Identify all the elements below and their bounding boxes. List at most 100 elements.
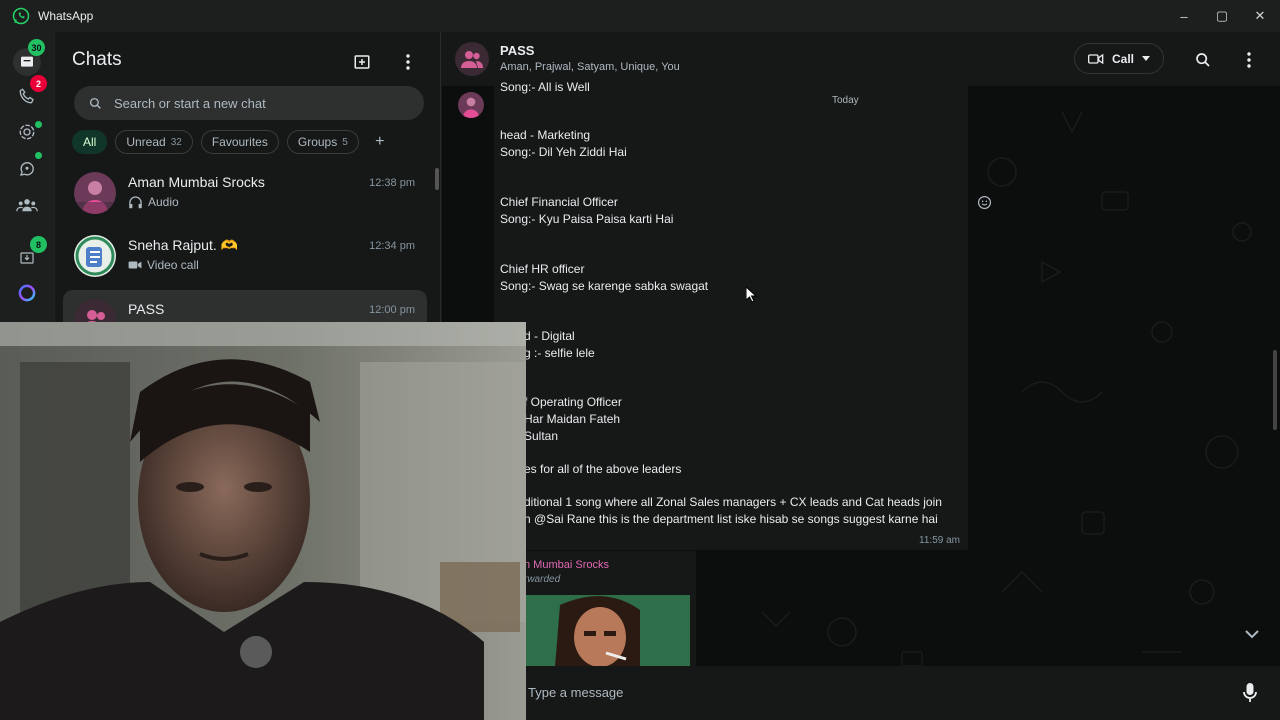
avatar [74,235,116,277]
message-line: f Operating Officer [524,395,622,409]
title-bar: WhatsApp – ▢ ✕ [0,0,1280,32]
communities-nav-button[interactable] [15,193,39,217]
chat-preview: Video call [128,258,199,272]
search-icon [1196,53,1210,67]
chat-time: 12:38 pm [369,177,415,189]
chat-list-menu-button[interactable] [396,50,420,74]
kebab-menu-icon [1247,52,1251,68]
conversation-title: PASS [500,43,535,58]
compose-bar [442,666,1280,720]
message-line: es for all of the above leaders [524,462,682,476]
sender-avatar[interactable] [458,92,484,118]
chats-heading: Chats [72,49,122,70]
search-bar[interactable] [74,86,424,120]
conversation-header[interactable]: PASS Aman, Prajwal, Satyam, Unique, You … [442,32,1280,86]
scroll-to-bottom-button[interactable] [1238,620,1266,648]
avatar [74,172,116,214]
conversation-panel: PASS Aman, Prajwal, Satyam, Unique, You … [442,32,1280,720]
chevron-down-icon [1245,629,1259,638]
communities-icon [16,199,38,212]
message-line: Song:- Swag se karenge sabka swagat [500,279,709,293]
close-button[interactable]: ✕ [1241,0,1279,32]
calls-missed-badge: 2 [30,75,47,92]
mouse-cursor-icon [746,287,758,303]
search-icon [89,97,101,109]
conversation-menu-button[interactable] [1242,49,1256,71]
date-chip: Today [824,92,867,108]
chat-time: 12:34 pm [369,240,415,252]
channels-icon [19,162,34,176]
webcam-overlay [0,322,526,720]
video-call-icon [1087,53,1104,64]
voice-message-button[interactable] [1238,681,1262,705]
message-sender: n Mumbai Srocks [524,559,609,571]
add-filter-button[interactable]: + [367,130,393,154]
chat-preview: Audio [128,195,179,209]
group-icon [461,51,483,68]
filter-favourites-chip[interactable]: Favourites [200,130,279,154]
search-in-chat-button[interactable] [1192,49,1214,71]
chat-list-item[interactable]: Sneha Rajput. 🫶 12:34 pm Video call [63,226,427,288]
message-line: d - Digital [524,329,575,343]
chat-list-scrollbar[interactable] [435,168,439,190]
status-new-dot [35,121,42,128]
filter-label: Favourites [211,135,268,149]
message-line: n @Sai Rane this is the department list … [524,512,938,526]
message-time: 11:59 am [919,535,960,546]
filter-label: Groups [297,135,338,149]
filter-unread-chip[interactable]: Unread 32 [115,130,193,154]
video-icon [128,261,142,269]
meta-ai-button[interactable] [15,281,39,305]
message-line: Song:- Dil Yeh Ziddi Hai [500,145,627,159]
message-line: Song:- All is Well [500,80,590,94]
channels-nav-button[interactable] [15,157,39,181]
react-button[interactable] [975,193,993,211]
maximize-button[interactable]: ▢ [1203,0,1241,32]
message-line: Chief Financial Officer [500,195,618,209]
filter-count: 5 [342,136,348,148]
filter-groups-chip[interactable]: Groups 5 [286,130,359,154]
minimize-button[interactable]: – [1165,0,1203,32]
message-line: head - Marketing [500,128,591,142]
preview-text: Video call [147,258,199,272]
app-title: WhatsApp [38,9,94,23]
filter-count: 32 [170,136,182,148]
webcam-video-frame [0,322,526,720]
chat-time: 12:00 pm [369,304,415,316]
forwarded-label: rwarded [524,574,561,585]
chats-icon [21,56,33,67]
filter-label: All [83,135,97,149]
chevron-down-icon [1142,56,1150,61]
forwarded-image[interactable] [500,595,690,667]
chat-name: PASS [128,301,165,317]
archive-badge: 8 [30,236,47,253]
channels-new-dot [35,152,42,159]
preview-text: Audio [148,195,179,209]
whatsapp-logo-icon [12,7,30,25]
search-input[interactable] [114,95,394,111]
new-chat-icon [354,55,370,69]
call-label: Call [1111,51,1134,66]
new-chat-button[interactable] [350,50,374,74]
chat-list-item[interactable]: Aman Mumbai Srocks 12:38 pm Audio [63,163,427,225]
message-bubble[interactable]: Song:- All is Well head - Marketing Song… [494,80,968,550]
headphones-icon [129,196,142,209]
status-icon [19,124,35,140]
chat-name: Sneha Rajput. 🫶 [128,237,239,253]
message-input[interactable] [528,680,1128,704]
filter-all-chip[interactable]: All [72,130,108,154]
filter-label: Unread [126,135,166,149]
filter-chips: All Unread 32 Favourites Groups 5 + [72,130,393,154]
chat-name: Aman Mumbai Srocks [128,174,265,190]
group-avatar[interactable] [455,42,489,76]
chats-unread-badge: 30 [28,39,45,56]
message-line: Sultan [524,429,559,443]
conversation-scrollbar[interactable] [1273,350,1277,430]
microphone-icon [1243,683,1257,702]
emoji-icon [977,195,991,209]
kebab-menu-icon [406,54,410,70]
call-button[interactable]: Call [1074,43,1164,74]
meta-ai-icon [18,284,36,302]
message-line: Har Maidan Fateh [524,412,621,426]
message-line: Song:- Kyu Paisa Paisa karti Hai [500,212,674,226]
